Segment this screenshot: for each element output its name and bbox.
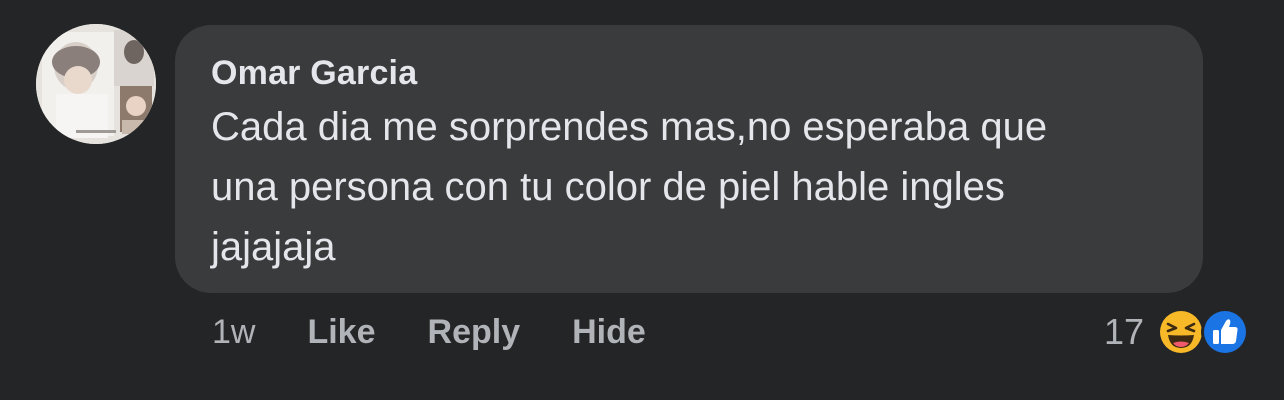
reaction-summary[interactable]: 17: [1104, 304, 1250, 360]
laughing-emoji-icon: [1157, 308, 1205, 356]
comment-bubble: Omar Garcia Cada dia me sorprendes mas,n…: [175, 25, 1203, 293]
avatar[interactable]: [36, 24, 156, 144]
author-name[interactable]: Omar Garcia: [211, 53, 1167, 93]
comment-text: Cada dia me sorprendes mas,no esperaba q…: [211, 105, 1048, 269]
reply-button[interactable]: Reply: [428, 313, 521, 352]
avatar-photo: [36, 24, 156, 144]
comment-actions: 1w Like Reply Hide: [212, 310, 698, 354]
timestamp[interactable]: 1w: [212, 313, 255, 352]
reaction-count: 17: [1103, 311, 1144, 352]
hide-button[interactable]: Hide: [572, 313, 646, 352]
comment: Omar Garcia Cada dia me sorprendes mas,n…: [0, 0, 1284, 400]
like-button[interactable]: Like: [307, 313, 375, 352]
thumbs-up-icon: [1201, 308, 1249, 356]
